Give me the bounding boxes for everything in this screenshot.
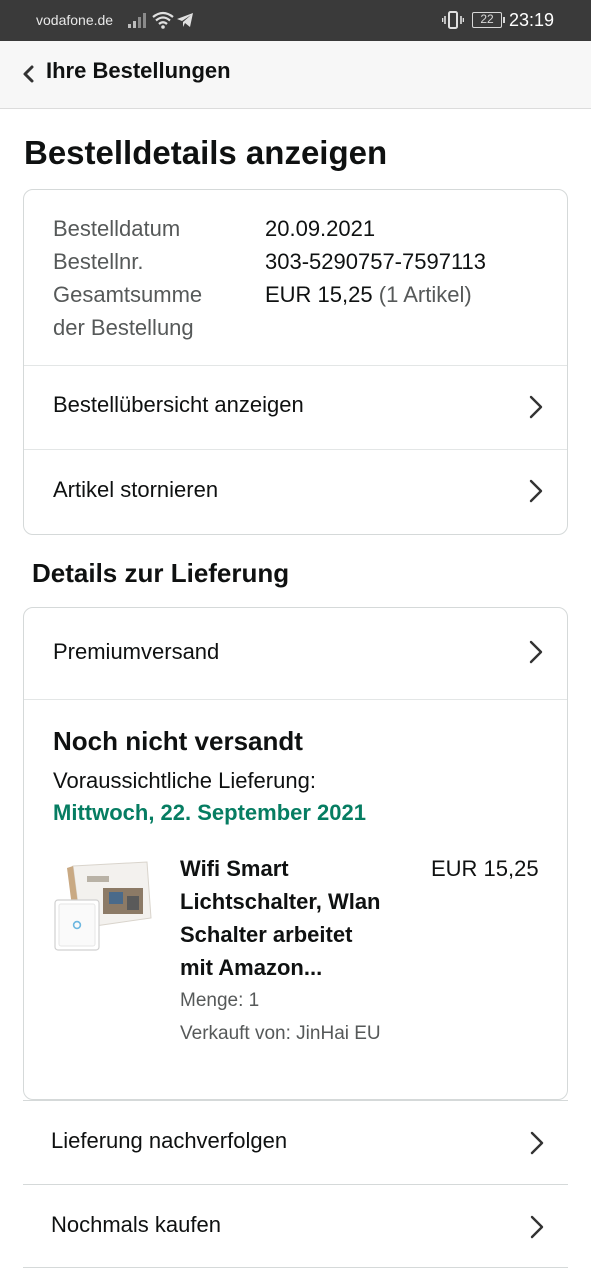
order-number-label: Bestellnr. [53, 249, 144, 274]
status-bar: vodafone.de 22 23:19 [0, 0, 591, 41]
order-summary-card: Bestelldatum 20.09.2021 Bestellnr. 303-5… [23, 189, 568, 535]
delivery-card: Premiumversand Noch nicht versandt Vorau… [23, 607, 568, 1100]
product-image[interactable] [51, 858, 155, 956]
delivery-eta-date: Mittwoch, 22. September 2021 [53, 800, 366, 825]
order-total-label-2: der Bestellung [53, 315, 194, 340]
chevron-right-icon [529, 395, 543, 419]
product-title[interactable]: Wifi Smart Lichtschalter, Wlan Schalter … [180, 852, 415, 984]
chevron-left-icon[interactable] [20, 63, 36, 85]
chevron-right-icon [530, 1215, 544, 1239]
shipment-status: Noch nicht versandt [53, 726, 303, 756]
page-title: Bestelldetails anzeigen [24, 134, 388, 171]
track-package-label: Lieferung nachverfolgen [51, 1128, 288, 1153]
order-number-value: 303-5290757-7597113 [265, 249, 487, 274]
order-item-count: (1 Artikel) [378, 282, 472, 307]
chevron-right-icon [529, 640, 543, 664]
track-package-row[interactable]: Lieferung nachverfolgen [23, 1100, 568, 1184]
chevron-right-icon [529, 479, 543, 503]
cancel-items-row[interactable]: Artikel stornieren [24, 450, 567, 534]
signal-icon [128, 13, 146, 28]
wifi-icon [152, 11, 174, 29]
clock: 23:19 [509, 10, 555, 30]
order-total-label: Gesamtsumme [53, 282, 203, 307]
order-date-label: Bestelldatum [53, 216, 181, 241]
telegram-icon [177, 13, 193, 27]
battery-icon: 22 [472, 12, 505, 28]
view-order-summary-row[interactable]: Bestellübersicht anzeigen [24, 366, 567, 450]
back-link-orders[interactable]: Ihre Bestellungen [46, 58, 231, 84]
shipping-method-label: Premiumversand [53, 639, 220, 664]
order-date-value: 20.09.2021 [265, 216, 376, 241]
view-order-summary-label: Bestellübersicht anzeigen [53, 392, 304, 417]
nav-bar: Ihre Bestellungen [0, 41, 591, 109]
product-price: EUR 15,25 [431, 856, 539, 881]
cancel-items-label: Artikel stornieren [53, 477, 219, 502]
order-info: Bestelldatum 20.09.2021 Bestellnr. 303-5… [24, 190, 567, 366]
shipping-method-row[interactable]: Premiumversand [24, 608, 567, 700]
order-total-value: EUR 15,25 (1 Artikel) [265, 282, 472, 307]
delivery-section-title: Details zur Lieferung [32, 558, 290, 588]
product-seller: Verkauft von: JinHai EU [180, 1023, 381, 1044]
delivery-eta-label: Voraussichtliche Lieferung: [53, 768, 316, 793]
chevron-right-icon [530, 1131, 544, 1155]
product-quantity: Menge: 1 [180, 990, 260, 1011]
buy-again-row[interactable]: Nochmals kaufen [23, 1184, 568, 1268]
carrier-name: vodafone.de [36, 12, 114, 28]
buy-again-label: Nochmals kaufen [51, 1212, 221, 1237]
vibrate-icon [442, 11, 464, 29]
